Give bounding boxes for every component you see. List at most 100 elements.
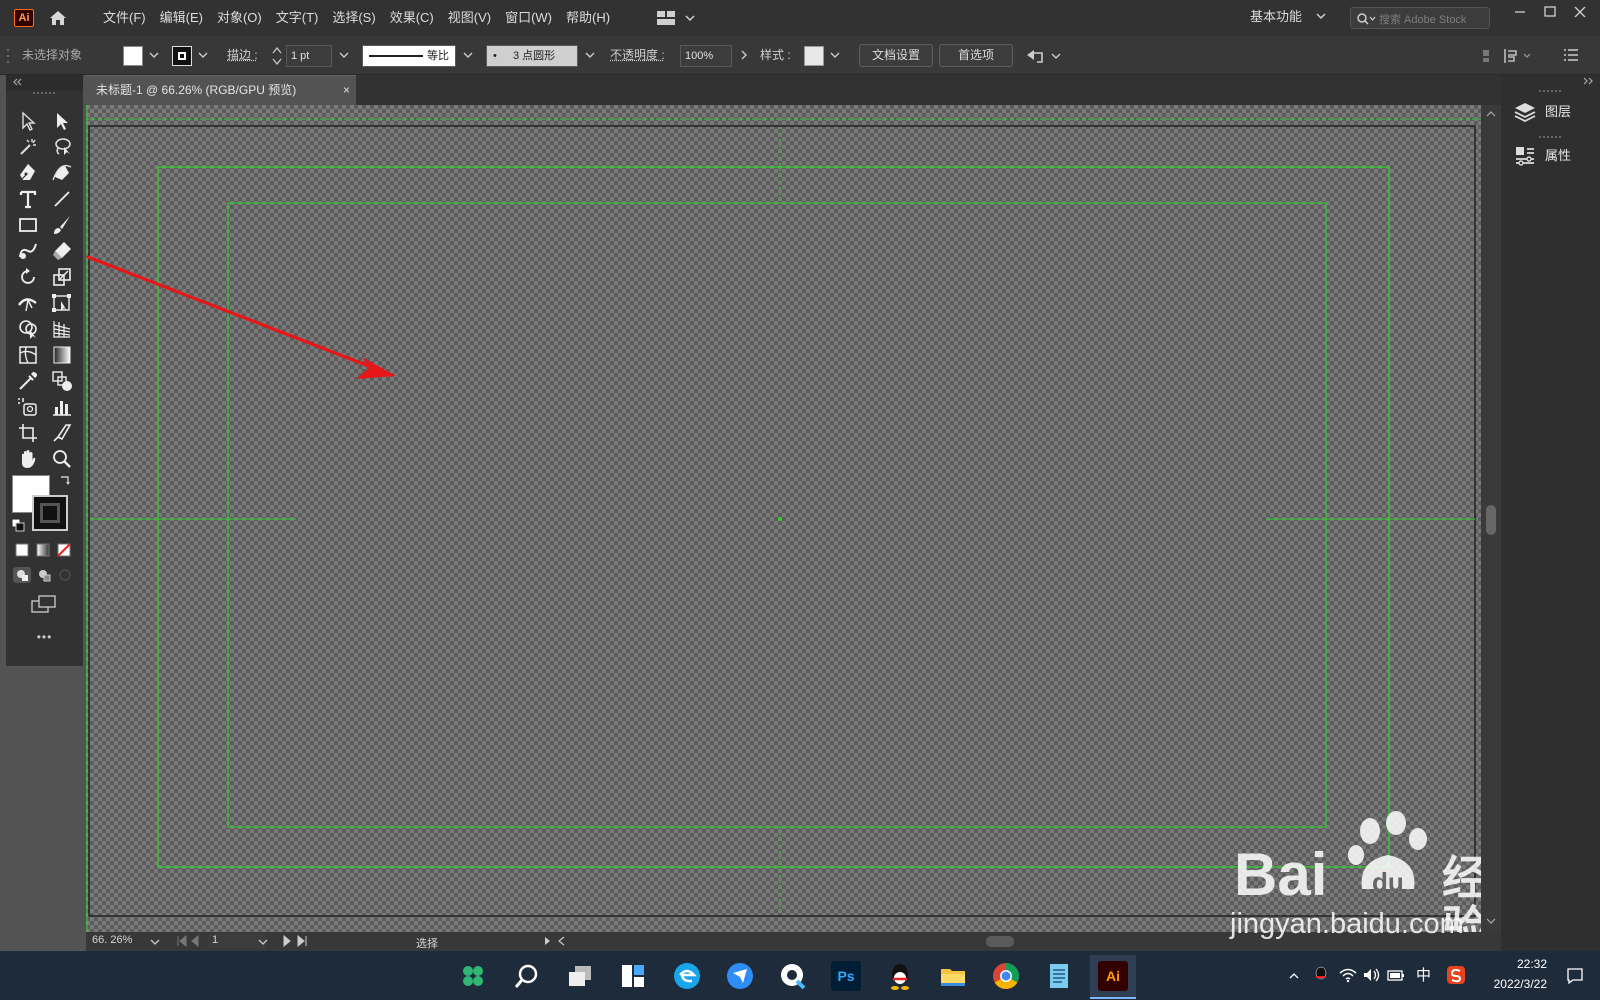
- scroll-up-icon[interactable]: [1486, 110, 1496, 118]
- draw-normal-icon[interactable]: [13, 567, 31, 583]
- scale-tool-icon[interactable]: [50, 265, 74, 289]
- document-tab[interactable]: 未标题-1 @ 66.26% (RGB/GPU 预览) ×: [86, 75, 356, 105]
- feishu-icon[interactable]: [725, 961, 755, 991]
- hand-tool-icon[interactable]: [16, 447, 40, 471]
- perspective-grid-tool-icon[interactable]: [50, 317, 74, 341]
- width-tool-icon[interactable]: [16, 291, 40, 315]
- tray-overflow-icon[interactable]: [1288, 951, 1300, 1000]
- column-graph-tool-icon[interactable]: [50, 395, 74, 419]
- symbol-sprayer-tool-icon[interactable]: [16, 395, 40, 419]
- chevron-down-icon[interactable]: [150, 938, 160, 946]
- menu-file[interactable]: 文件(F): [96, 0, 153, 36]
- none-mode-icon[interactable]: [57, 543, 71, 557]
- lasso-tool-icon[interactable]: [50, 135, 74, 159]
- draw-behind-icon[interactable]: [35, 567, 53, 583]
- brush-definition[interactable]: • 3 点圆形: [486, 45, 578, 67]
- chevron-down-icon[interactable]: [830, 51, 840, 59]
- browser-icon[interactable]: [778, 961, 808, 991]
- maximize-button[interactable]: [1537, 0, 1563, 24]
- chevron-down-icon[interactable]: [149, 51, 159, 59]
- qq-tray-icon[interactable]: [1312, 965, 1330, 985]
- arrange-documents-icon[interactable]: [656, 10, 696, 26]
- edge-icon[interactable]: [672, 961, 702, 991]
- preferences-button[interactable]: 首选项: [939, 44, 1013, 67]
- properties-panel-button[interactable]: 属性: [1513, 136, 1593, 176]
- scroll-down-icon[interactable]: [1486, 917, 1496, 925]
- battery-icon[interactable]: [1386, 967, 1406, 983]
- qq-icon[interactable]: [885, 961, 915, 991]
- color-mode-icon[interactable]: [15, 543, 29, 557]
- notepad-icon[interactable]: [1044, 961, 1074, 991]
- panel-menu-icon[interactable]: [1563, 48, 1579, 62]
- gradient-tool-icon[interactable]: [50, 343, 74, 367]
- chevron-down-icon[interactable]: [258, 938, 268, 946]
- wifi-icon[interactable]: [1338, 967, 1358, 983]
- mesh-tool-icon[interactable]: [16, 343, 40, 367]
- zoom-tool-icon[interactable]: [50, 447, 74, 471]
- stock-search-input[interactable]: 搜索 Adobe Stock: [1350, 7, 1490, 29]
- graphic-style-swatch[interactable]: [804, 46, 824, 66]
- panel-collapse-icon[interactable]: [1581, 75, 1597, 87]
- menu-object[interactable]: 对象(O): [210, 0, 269, 36]
- align-icon[interactable]: [1482, 47, 1542, 65]
- menu-help[interactable]: 帮助(H): [559, 0, 617, 36]
- menu-type[interactable]: 文字(T): [269, 0, 326, 36]
- default-colors-icon[interactable]: [11, 518, 25, 532]
- zoom-level-field[interactable]: 66. 26%: [92, 934, 152, 949]
- chevron-down-icon[interactable]: [339, 51, 349, 59]
- home-icon[interactable]: [48, 8, 68, 28]
- screen-mode-icon[interactable]: [31, 595, 57, 613]
- stroke-label[interactable]: 描边 :: [227, 36, 258, 75]
- app-grid-icon[interactable]: [458, 961, 488, 991]
- swap-fill-stroke-icon[interactable]: [58, 474, 72, 488]
- eraser-tool-icon[interactable]: [50, 239, 74, 263]
- ime-indicator[interactable]: 中: [1416, 951, 1431, 1000]
- layers-panel-button[interactable]: 图层: [1513, 92, 1593, 132]
- status-menu-icon[interactable]: [544, 936, 574, 946]
- close-tab-icon[interactable]: ×: [343, 76, 350, 105]
- photoshop-icon[interactable]: Ps: [831, 961, 861, 991]
- stepper-icon[interactable]: [272, 46, 282, 66]
- chevron-down-icon[interactable]: [1316, 12, 1326, 20]
- clock-date[interactable]: 2022/3/22: [1470, 977, 1547, 995]
- widgets-icon[interactable]: [618, 961, 648, 991]
- variable-width-profile[interactable]: 等比: [362, 45, 456, 67]
- sogou-icon[interactable]: [1446, 965, 1466, 985]
- workspace-switcher[interactable]: 基本功能: [1250, 0, 1302, 36]
- rotate-tool-icon[interactable]: [16, 265, 40, 289]
- eyedropper-tool-icon[interactable]: [16, 369, 40, 393]
- artboard-canvas[interactable]: Bai du 经验: [86, 105, 1481, 932]
- selection-tool-icon[interactable]: [16, 109, 40, 133]
- type-tool-icon[interactable]: [16, 187, 40, 211]
- document-setup-button[interactable]: 文档设置: [859, 44, 933, 67]
- arrange-icon[interactable]: [1024, 47, 1064, 65]
- vertical-scrollbar[interactable]: [1481, 105, 1501, 932]
- menu-view[interactable]: 视图(V): [441, 0, 498, 36]
- paintbrush-tool-icon[interactable]: [50, 213, 74, 237]
- chrome-icon[interactable]: [991, 961, 1021, 991]
- gradient-mode-icon[interactable]: [36, 543, 50, 557]
- toolbar-collapse-bar[interactable]: [6, 75, 83, 90]
- chevron-down-icon[interactable]: [463, 51, 473, 59]
- pen-tool-icon[interactable]: [16, 161, 40, 185]
- edit-toolbar-button[interactable]: •••: [6, 630, 83, 644]
- close-window-button[interactable]: [1567, 0, 1593, 24]
- menu-window[interactable]: 窗口(W): [498, 0, 559, 36]
- minimize-button[interactable]: [1507, 0, 1533, 24]
- explorer-icon[interactable]: [938, 961, 968, 991]
- illustrator-taskbar-button[interactable]: Ai: [1090, 955, 1136, 999]
- horizontal-scroll-thumb[interactable]: [986, 936, 1014, 947]
- clock-time[interactable]: 22:32: [1485, 957, 1547, 975]
- notification-icon[interactable]: [1566, 967, 1584, 985]
- chevron-right-icon[interactable]: [740, 50, 748, 60]
- menu-edit[interactable]: 编辑(E): [153, 0, 210, 36]
- blend-tool-icon[interactable]: [50, 369, 74, 393]
- stroke-color-swatch[interactable]: [32, 495, 68, 531]
- artboard-tool-icon[interactable]: [16, 421, 40, 445]
- scrollbar-thumb[interactable]: [1486, 505, 1496, 535]
- search-icon[interactable]: [512, 961, 542, 991]
- free-transform-tool-icon[interactable]: [50, 291, 74, 315]
- line-segment-tool-icon[interactable]: [50, 187, 74, 211]
- curvature-tool-icon[interactable]: [50, 161, 74, 185]
- fill-swatch[interactable]: [123, 46, 143, 66]
